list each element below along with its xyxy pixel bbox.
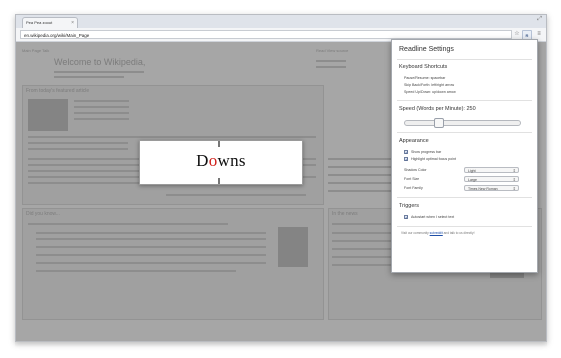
window-shadow: [15, 341, 547, 347]
show-progress-checkbox[interactable]: ✓: [404, 150, 408, 155]
shortcuts-heading: Keyboard Shortcuts: [399, 64, 448, 70]
word-suffix: wns: [217, 151, 246, 170]
divider: [397, 100, 532, 101]
font-size-select[interactable]: Large ⇕: [464, 176, 519, 182]
browser-window: Pea Pea zoout × ⤢ en.wikipedia.org/wiki/…: [15, 14, 547, 342]
shadow-color-value: Light: [468, 169, 476, 173]
star-icon[interactable]: ☆: [513, 30, 521, 39]
highlight-focus-label: Highlight optimal focus point: [411, 157, 456, 161]
triggers-heading: Triggers: [399, 203, 419, 209]
show-progress-label: Show progress bar: [411, 150, 442, 154]
autostart-label: Autostart when I select text: [411, 215, 455, 219]
shortcut-speed: Speed Up/Down: up/down arrow: [404, 90, 456, 94]
subreddit-link[interactable]: subreddit: [430, 231, 443, 235]
font-family-select[interactable]: Times New Roman ⇕: [464, 185, 519, 191]
chevron-down-icon: ⇕: [512, 177, 516, 182]
speed-label: Speed (Words per Minute): 250: [399, 106, 476, 112]
word-prefix: D: [196, 151, 209, 170]
chevron-down-icon: ⇕: [512, 186, 516, 191]
tab-title: Pea Pea zoout: [26, 20, 53, 25]
shortcut-skip: Skip Back/Forth: left/right arrow: [404, 83, 455, 87]
footer-suffix: and talk to us directly!: [442, 231, 475, 235]
appearance-heading: Appearance: [399, 138, 429, 144]
shadow-color-select[interactable]: Light ⇕: [464, 167, 519, 173]
reader-word: Downs: [140, 151, 302, 171]
highlight-focus-checkbox[interactable]: ✓: [404, 157, 408, 162]
panel-title: Readline Settings: [399, 46, 454, 53]
speed-slider-handle[interactable]: [434, 118, 444, 128]
word-focus-letter: o: [208, 151, 218, 170]
divider: [397, 226, 532, 227]
window-resize-icon[interactable]: ⤢: [537, 16, 542, 23]
divider: [397, 59, 532, 60]
speed-reader-popup[interactable]: Downs: [139, 140, 303, 185]
menu-icon[interactable]: ≡: [535, 30, 543, 39]
footer-text: Visit our community subreddit and talk t…: [401, 231, 474, 235]
chevron-down-icon: ⇕: [512, 168, 516, 173]
address-bar[interactable]: en.wikipedia.org/wiki/Main_Page: [20, 30, 512, 39]
divider: [397, 132, 532, 133]
tab-close-icon[interactable]: ×: [71, 18, 74, 28]
speed-slider[interactable]: [404, 118, 521, 128]
tab-strip: Pea Pea zoout × ⤢: [16, 15, 546, 28]
autostart-checkbox[interactable]: ✓: [404, 215, 408, 220]
focus-marker-bottom: [218, 178, 220, 184]
shortcut-pause: Pause/Resume: spacebar: [404, 76, 446, 80]
font-family-label: Font Family: [404, 186, 423, 190]
browser-tab[interactable]: Pea Pea zoout ×: [22, 17, 78, 28]
shadow-color-label: Shadow Color: [404, 168, 427, 172]
footer-prefix: Visit our community: [401, 231, 430, 235]
settings-panel: Readline Settings Keyboard Shortcuts Pau…: [391, 39, 538, 273]
font-family-value: Times New Roman: [468, 187, 498, 191]
focus-marker-top: [218, 141, 220, 147]
font-size-value: Large: [468, 178, 477, 182]
divider: [397, 197, 532, 198]
font-size-label: Font Size: [404, 177, 420, 181]
